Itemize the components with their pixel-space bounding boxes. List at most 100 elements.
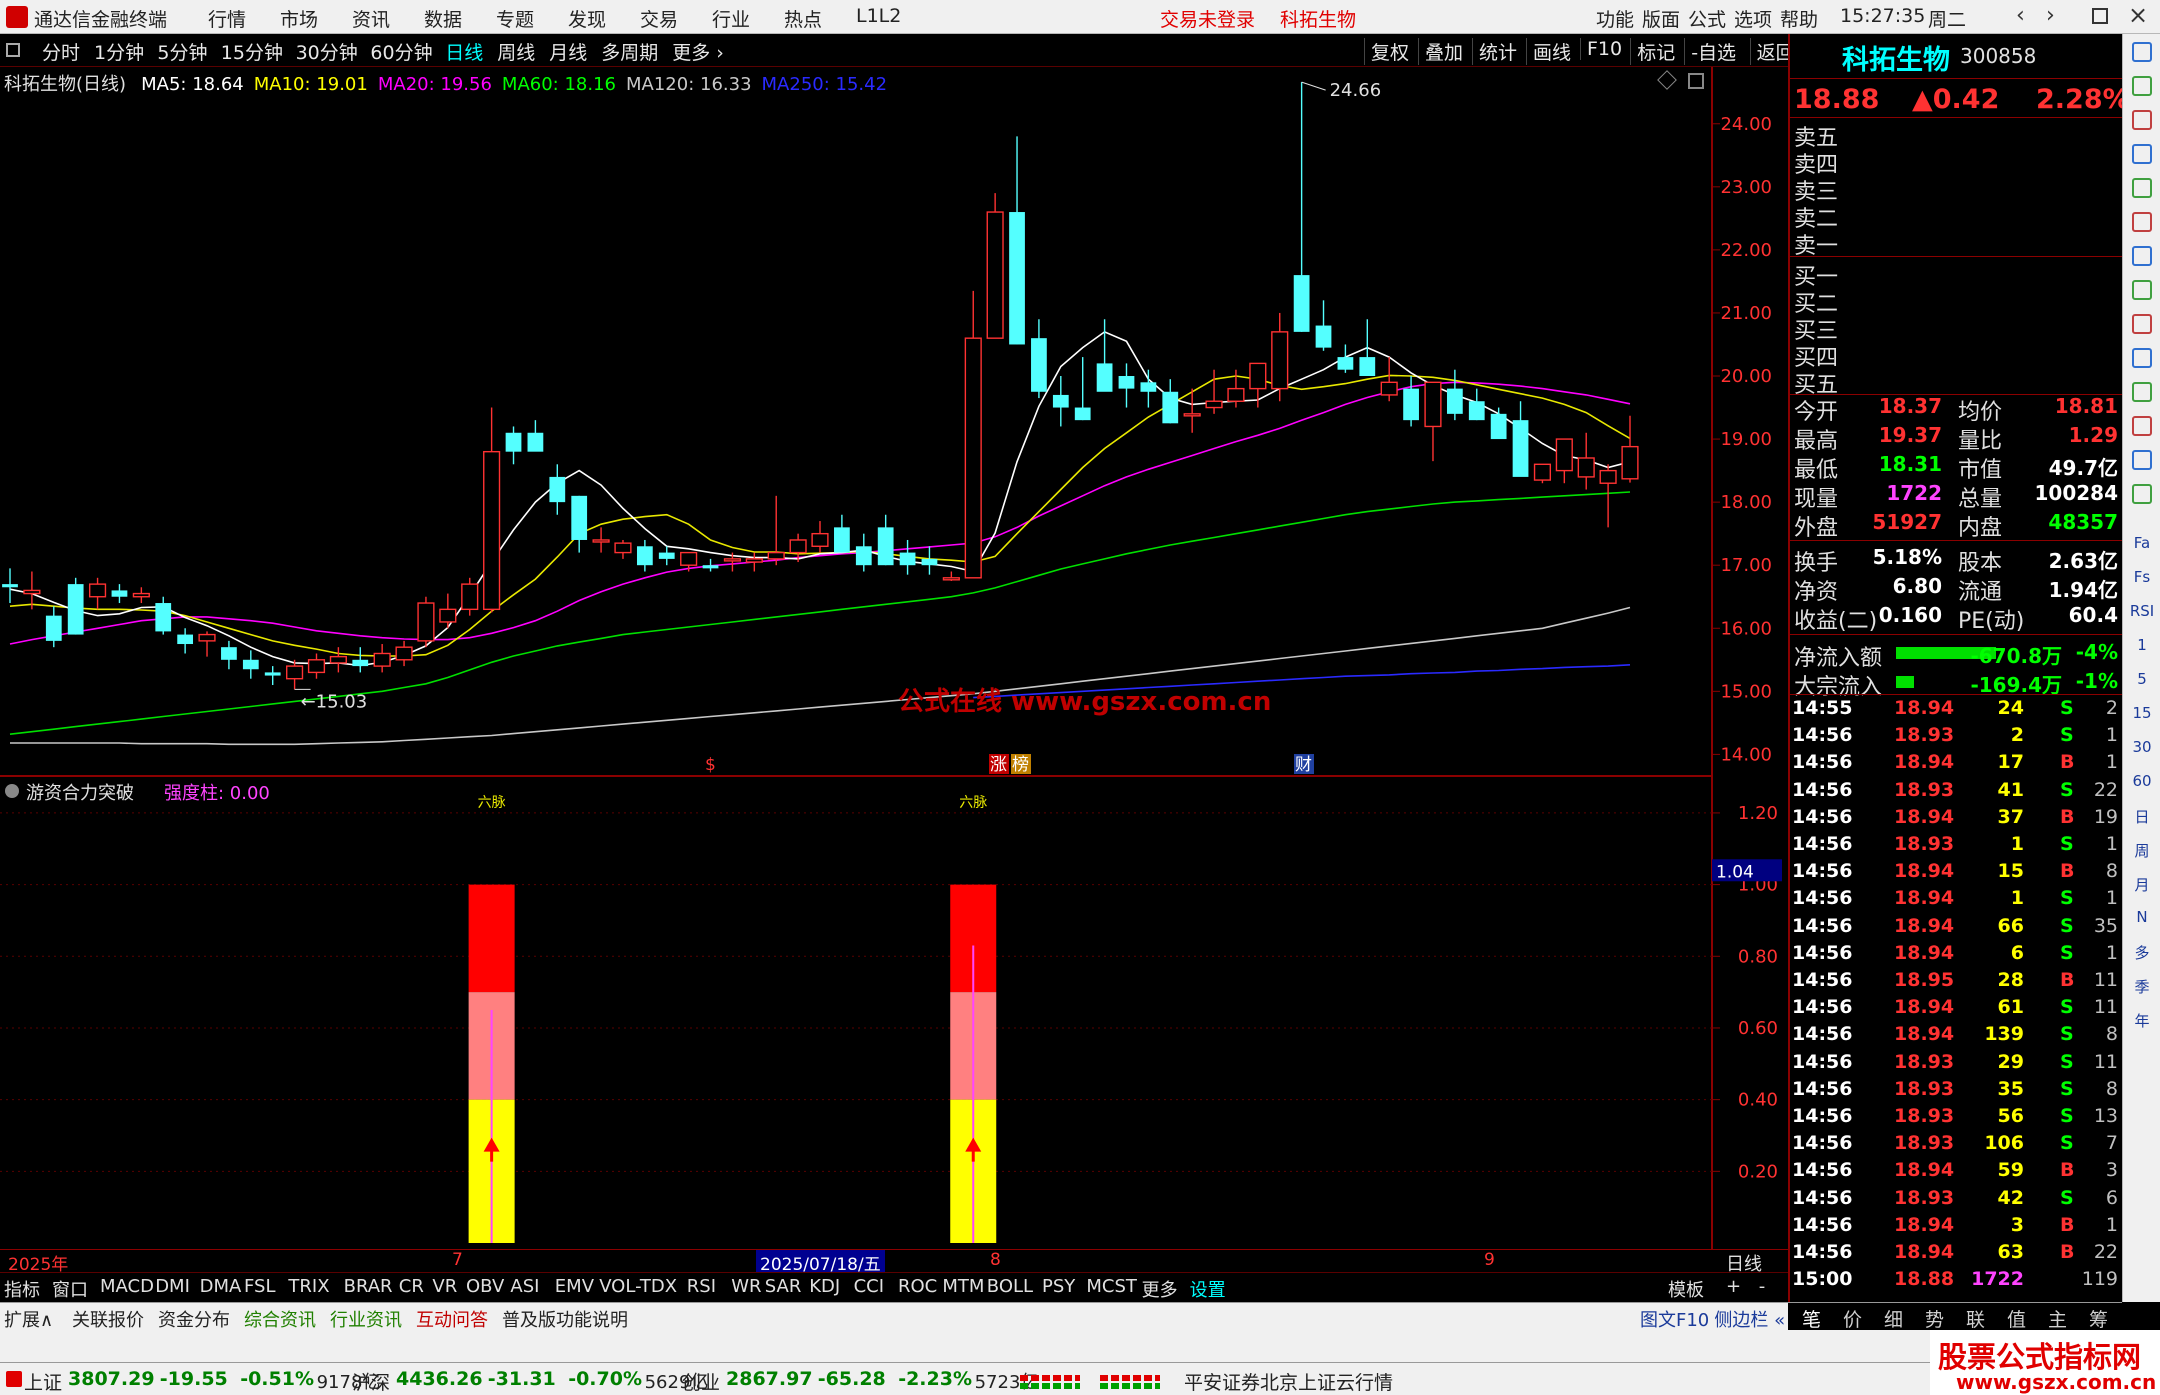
indicator-tab-6[interactable]: TRIX [288, 1276, 329, 1297]
side-label-2[interactable]: RSI [2125, 602, 2159, 620]
quote-tab-1[interactable]: 价 [1843, 1305, 1862, 1332]
close-window-icon[interactable]: × [2128, 1, 2148, 29]
side-tool-icon[interactable] [2132, 212, 2152, 232]
side-label-14[interactable]: 年 [2125, 1010, 2159, 1031]
indicator-tab-7[interactable]: BRAR [344, 1276, 393, 1297]
indicator-tab-14[interactable]: RSI [687, 1276, 716, 1297]
menu-item-8[interactable]: 热点 [784, 5, 822, 32]
tab-right-1[interactable]: + [1726, 1276, 1741, 1297]
ext-tab-0[interactable]: 扩展∧ [4, 1306, 53, 1332]
right-menu-item-4[interactable]: 帮助 [1780, 5, 1818, 32]
indicator-tab-2[interactable]: MACD [100, 1276, 154, 1297]
side-tool-icon[interactable] [2132, 144, 2152, 164]
kline-chart[interactable]: 24.00 23.00 22.00 21.00 20.00 19.00 18.00 17.00… [0, 67, 1788, 777]
side-tool-icon[interactable] [2132, 484, 2152, 504]
quote-tab-4[interactable]: 联 [1966, 1305, 1985, 1332]
side-tool-icon[interactable] [2132, 348, 2152, 368]
ext-right-0[interactable]: 图文F10 [1640, 1306, 1709, 1332]
ext-tab-4[interactable]: 行业资讯 [330, 1306, 402, 1332]
menu-toggle-icon[interactable] [6, 43, 20, 57]
right-menu-item-2[interactable]: 公式 [1688, 5, 1726, 32]
side-tool-icon[interactable] [2132, 246, 2152, 266]
tool-6[interactable]: -自选 [1684, 38, 1736, 65]
menu-item-0[interactable]: 行情 [208, 5, 246, 32]
period-tab-4[interactable]: 30分钟 [296, 38, 358, 65]
side-tool-icon[interactable] [2132, 314, 2152, 334]
side-tool-icon[interactable] [2132, 42, 2152, 62]
side-label-6[interactable]: 30 [2125, 738, 2159, 756]
side-tool-icon[interactable] [2132, 450, 2152, 470]
period-tab-0[interactable]: 分时 [42, 38, 80, 65]
menu-item-1[interactable]: 市场 [280, 5, 318, 32]
tool-5[interactable]: 标记 [1630, 38, 1675, 65]
side-label-1[interactable]: Fs [2125, 568, 2159, 586]
tool-0[interactable]: 复权 [1364, 38, 1409, 65]
indicator-tab-16[interactable]: SAR [765, 1276, 802, 1297]
period-tab-10[interactable]: 更多 › [672, 38, 724, 65]
period-tab-5[interactable]: 60分钟 [370, 38, 432, 65]
indicator-tab-15[interactable]: WR [731, 1276, 761, 1297]
indicator-tab-23[interactable]: MCST [1086, 1276, 1137, 1297]
menu-item-9[interactable]: L1L2 [856, 5, 901, 27]
period-tab-3[interactable]: 15分钟 [221, 38, 283, 65]
indicator-tab-13[interactable]: VOL-TDX [599, 1276, 677, 1297]
side-label-13[interactable]: 季 [2125, 976, 2159, 997]
side-label-8[interactable]: 日 [2125, 806, 2159, 827]
indicator-tab-19[interactable]: ROC [898, 1276, 937, 1297]
ext-right-1[interactable]: 侧边栏 « [1714, 1306, 1785, 1332]
indicator-tab-8[interactable]: CR [399, 1276, 424, 1297]
tab-right-2[interactable]: - [1759, 1276, 1766, 1297]
tool-1[interactable]: 叠加 [1418, 38, 1463, 65]
side-tool-icon[interactable] [2132, 280, 2152, 300]
tool-2[interactable]: 统计 [1472, 38, 1517, 65]
indicator-tab-3[interactable]: DMI [155, 1276, 190, 1297]
tool-3[interactable]: 画线 [1526, 38, 1571, 65]
indicator-tab-9[interactable]: VR [432, 1276, 457, 1297]
quote-tab-7[interactable]: 筹 [2089, 1305, 2108, 1332]
side-label-5[interactable]: 15 [2125, 704, 2159, 722]
right-menu-item-0[interactable]: 功能 [1596, 5, 1634, 32]
right-menu-item-1[interactable]: 版面 [1642, 5, 1680, 32]
period-tab-6[interactable]: 日线 [445, 38, 483, 65]
indicator-tab-4[interactable]: DMA [200, 1276, 242, 1297]
period-tab-7[interactable]: 周线 [497, 38, 535, 65]
forward-icon[interactable]: › [2046, 3, 2055, 28]
back-icon[interactable]: ‹ [2016, 3, 2025, 28]
indicator-svg[interactable]: 1.201.000.800.600.400.201.04六脉 六脉 [0, 777, 1788, 1249]
quote-tab-6[interactable]: 主 [2048, 1305, 2067, 1332]
indicator-tab-25[interactable]: 设置 [1190, 1276, 1226, 1302]
tick-list[interactable]: 14:55 18.94 24 S 2 14:56 18.93 2 S 1 14:56 18.94 17 B… [1790, 694, 2122, 1304]
ext-tab-1[interactable]: 关联报价 [72, 1306, 144, 1332]
period-tab-8[interactable]: 月线 [549, 38, 587, 65]
indicator-tab-12[interactable]: EMV [555, 1276, 594, 1297]
indicator-tab-10[interactable]: OBV [466, 1276, 504, 1297]
tab-right-0[interactable]: 模板 [1668, 1276, 1704, 1302]
side-label-12[interactable]: 多 [2125, 942, 2159, 963]
side-label-10[interactable]: 月 [2125, 874, 2159, 895]
menu-item-3[interactable]: 数据 [424, 5, 462, 32]
quote-tab-0[interactable]: 笔 [1802, 1305, 1821, 1332]
menu-item-7[interactable]: 行业 [712, 5, 750, 32]
indicator-tab-11[interactable]: ASI [510, 1276, 539, 1297]
menu-item-5[interactable]: 发现 [568, 5, 606, 32]
ext-tab-2[interactable]: 资金分布 [158, 1306, 230, 1332]
side-tool-icon[interactable] [2132, 382, 2152, 402]
indicator-tab-0[interactable]: 指标 [4, 1276, 40, 1302]
indicator-tab-22[interactable]: PSY [1042, 1276, 1075, 1297]
side-label-3[interactable]: 1 [2125, 636, 2159, 654]
right-menu-item-3[interactable]: 选项 [1734, 5, 1772, 32]
quote-tab-3[interactable]: 势 [1925, 1305, 1944, 1332]
ext-tab-5[interactable]: 互动问答 [416, 1306, 488, 1332]
indicator-tab-5[interactable]: FSL [244, 1276, 276, 1297]
side-label-7[interactable]: 60 [2125, 772, 2159, 790]
trade-status[interactable]: 交易未登录 [1160, 5, 1255, 32]
restore-window-icon[interactable] [2092, 8, 2108, 24]
ext-tab-6[interactable]: 普及版功能说明 [502, 1306, 628, 1332]
quote-tab-2[interactable]: 细 [1884, 1305, 1903, 1332]
period-tab-1[interactable]: 1分钟 [94, 38, 144, 65]
indicator-tab-18[interactable]: CCI [854, 1276, 884, 1297]
indicator-panel[interactable]: 1.20 1.00 0.80 0.60 0.40 0.20 1.04 六脉 六脉 游资合力突破 … [0, 777, 1788, 1249]
indicator-tab-17[interactable]: KDJ [809, 1276, 840, 1297]
side-label-4[interactable]: 5 [2125, 670, 2159, 688]
indicator-tab-24[interactable]: 更多 [1142, 1276, 1178, 1302]
